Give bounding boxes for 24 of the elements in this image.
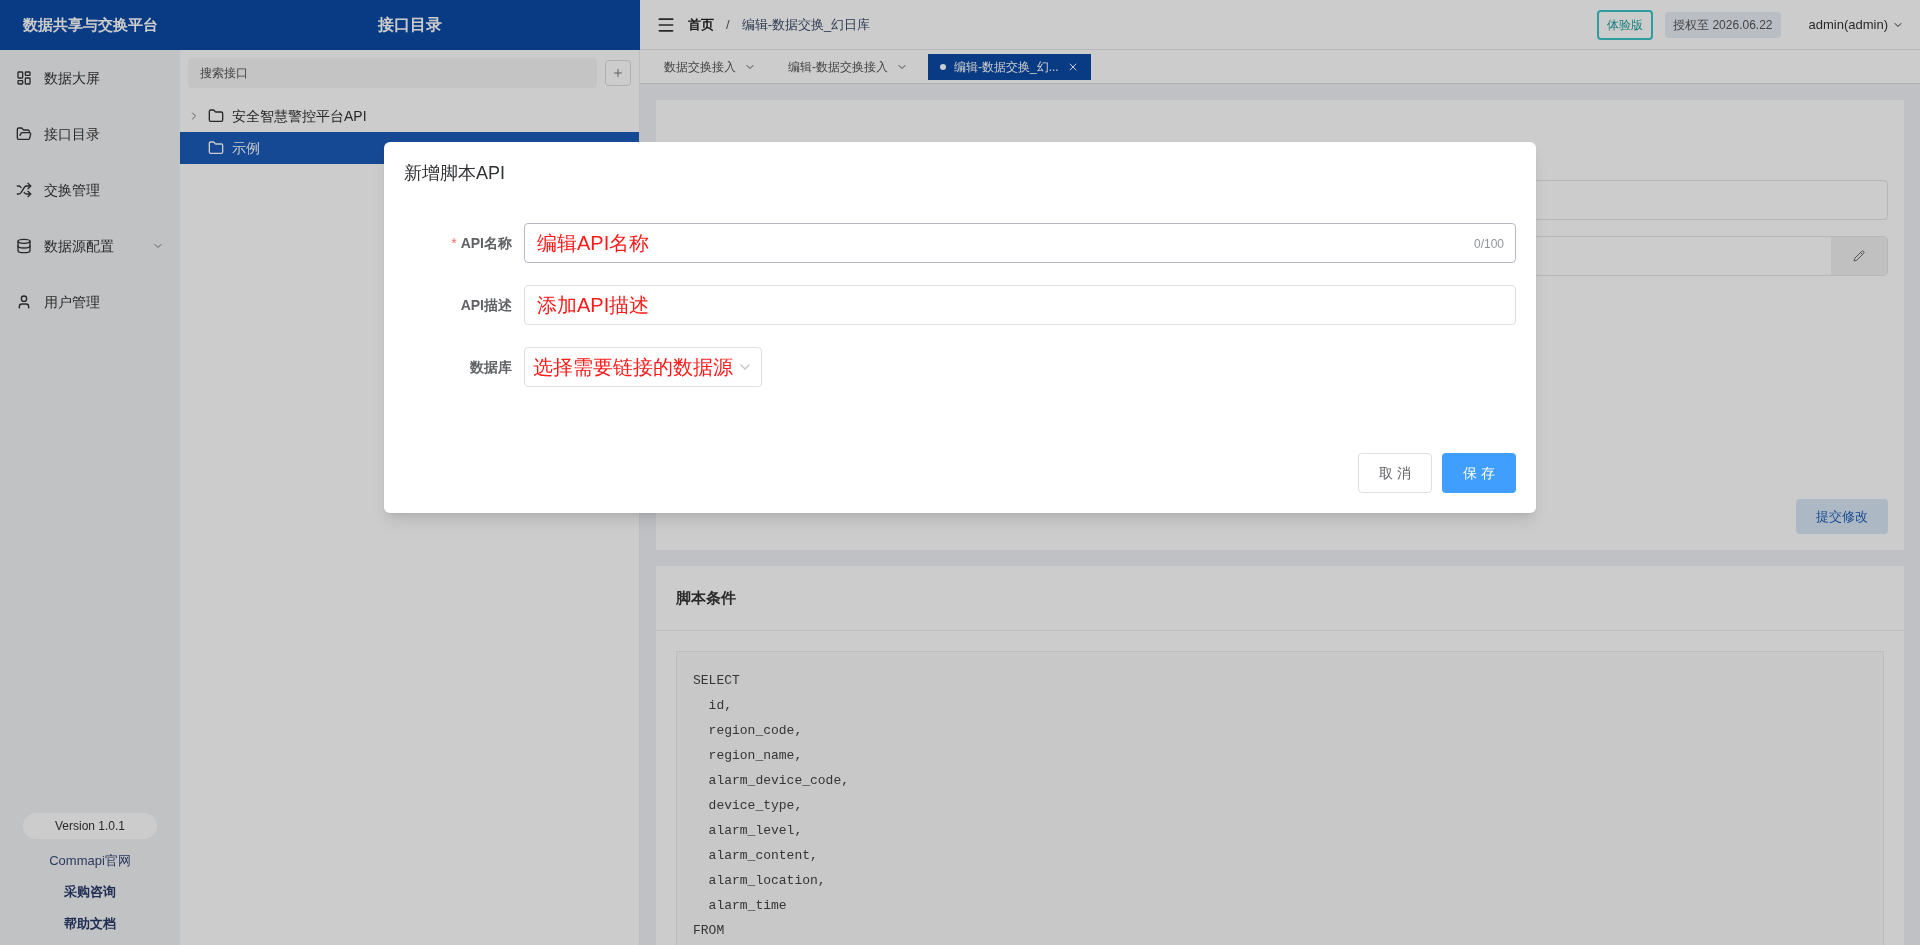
code-line: region_code, — [707, 722, 804, 740]
code-line: region_name, — [707, 747, 804, 765]
dialog-title: 新增脚本API — [404, 162, 506, 185]
section-title: 接口目录 — [377, 15, 443, 35]
edition-badge: 体验版 — [1597, 9, 1654, 40]
code-line: id, — [707, 697, 733, 715]
code-line: alarm_device_code, — [707, 772, 851, 790]
code-line: alarm_location, — [707, 872, 827, 890]
code-line: device_type, — [707, 797, 804, 815]
code-line: alarm_level, — [707, 822, 804, 840]
code-line: alarm_time — [707, 897, 788, 915]
field-label: API描述 — [460, 295, 512, 315]
character-counter: 0/100 — [1473, 236, 1504, 253]
card-title: 脚本条件 — [676, 589, 736, 606]
code-line: FROM — [693, 922, 726, 940]
license-label: 授权至 2026.06.22 — [1665, 11, 1781, 38]
app-title: 数据共享与交换平台 — [21, 14, 159, 35]
code-line: alarm_content, — [707, 847, 819, 865]
code-line: SELECT — [693, 672, 741, 690]
required-mark: * — [451, 233, 457, 253]
version-label: Version 1.0.1 — [22, 812, 158, 839]
breadcrumb-separator: / — [726, 15, 730, 34]
field-label: API名称 — [460, 233, 512, 253]
field-label: 数据库 — [470, 357, 512, 377]
